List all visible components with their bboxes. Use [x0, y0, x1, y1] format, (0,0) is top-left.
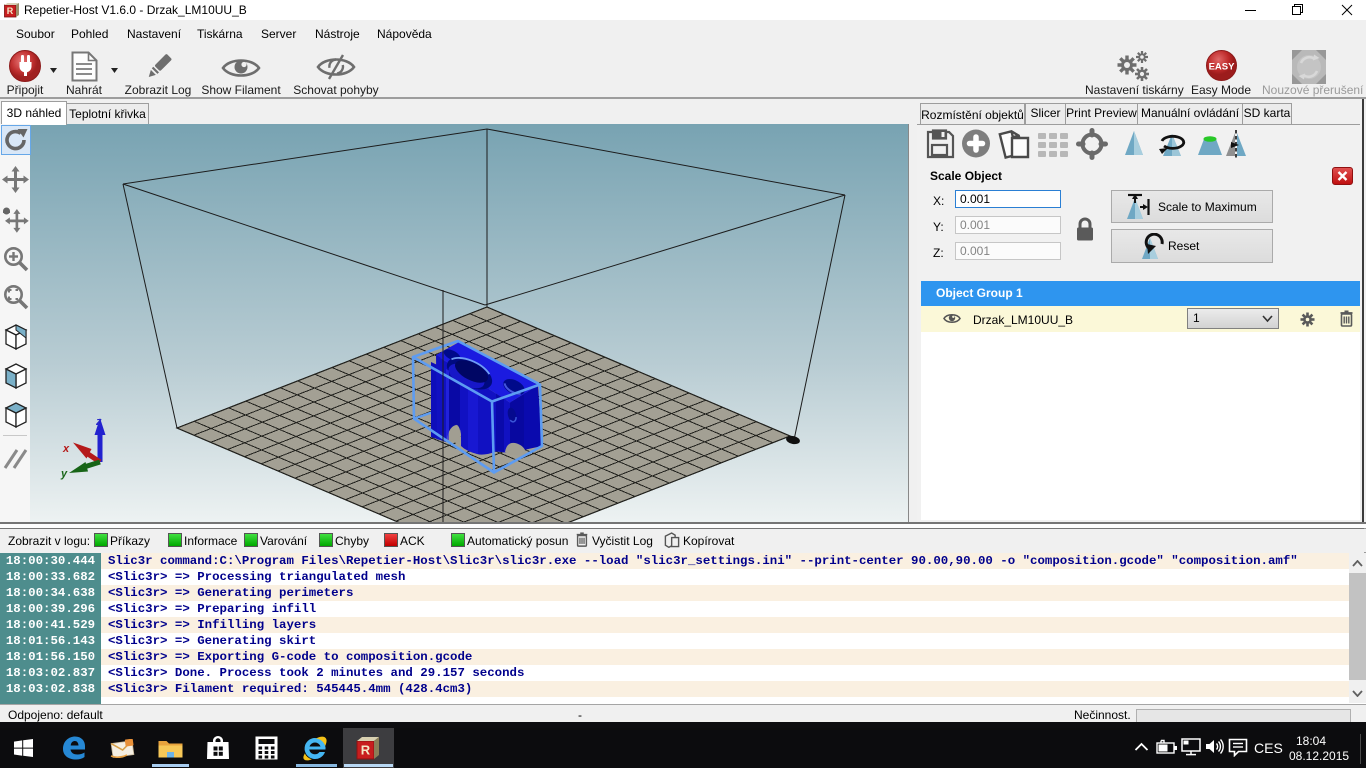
svg-text:EASY: EASY	[1209, 62, 1236, 73]
svg-text:R: R	[7, 6, 14, 16]
svg-text:R: R	[361, 743, 371, 758]
svg-text:x: x	[62, 443, 70, 455]
svg-text:z: z	[95, 416, 102, 428]
svg-text:y: y	[60, 468, 68, 480]
